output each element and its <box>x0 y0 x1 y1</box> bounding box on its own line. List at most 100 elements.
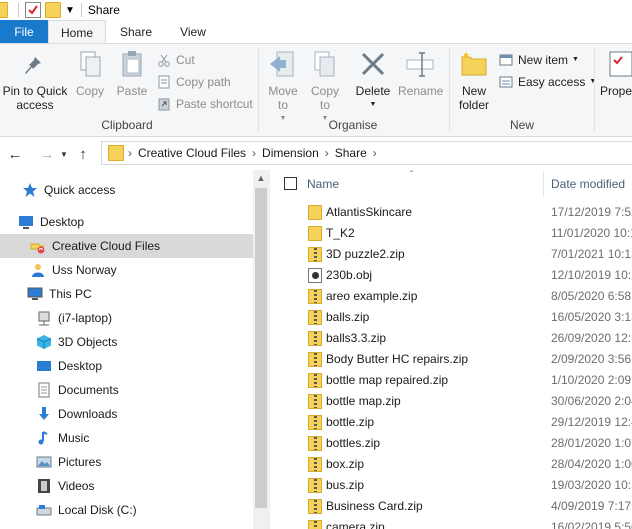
file-row[interactable]: bottles.zip 28/01/2020 1:07 <box>275 433 632 454</box>
nav-item-desktop-pc[interactable]: Desktop <box>36 354 252 378</box>
file-row[interactable]: bottle map.zip 30/06/2020 2:04 <box>275 391 632 412</box>
ribbon: Pin to Quick access Copy Paste Cut Copy … <box>0 43 632 137</box>
divider <box>594 48 595 132</box>
file-date-modified: 28/04/2020 1:00 <box>551 457 632 471</box>
copy-path-button[interactable]: Copy path <box>157 72 231 92</box>
folder-icon[interactable] <box>0 2 8 18</box>
column-separator[interactable] <box>543 172 544 196</box>
file-row[interactable]: bus.zip 19/03/2020 10:5 <box>275 475 632 496</box>
nav-item-pictures[interactable]: Pictures <box>36 450 252 474</box>
cut-button[interactable]: Cut <box>157 50 195 70</box>
rename-button[interactable]: Rename <box>398 48 443 98</box>
new-item-button[interactable]: New item ▼ <box>499 50 579 70</box>
nav-item-downloads[interactable]: Downloads <box>36 402 252 426</box>
nav-item-label: This PC <box>49 287 92 301</box>
nav-item-videos[interactable]: Videos <box>36 474 252 498</box>
tab-home[interactable]: Home <box>48 20 106 44</box>
paste-button[interactable]: Paste <box>112 48 152 98</box>
file-name: 230b.obj <box>326 268 373 282</box>
file-row[interactable]: Business Card.zip 4/09/2019 7:17 I <box>275 496 632 517</box>
nav-item-label: Desktop <box>40 215 85 229</box>
breadcrumb-separator[interactable]: › <box>325 146 329 160</box>
forward-arrow-icon[interactable]: → <box>36 143 58 165</box>
move-to-icon <box>267 48 299 80</box>
nav-item-desktop[interactable]: Desktop <box>18 210 252 234</box>
music-note-icon <box>36 430 52 446</box>
paste-shortcut-button[interactable]: Paste shortcut <box>157 94 253 114</box>
nav-item-quick-access[interactable]: Quick access <box>22 178 252 202</box>
properties-button[interactable]: Prope▼ <box>600 48 632 101</box>
copy-icon <box>74 48 106 80</box>
file-name: T_K2 <box>326 226 355 240</box>
tab-view[interactable]: View <box>166 20 220 44</box>
file-date-modified: 12/10/2019 10:2 <box>551 268 632 282</box>
file-row[interactable]: balls.zip 16/05/2020 3:13 <box>275 307 632 328</box>
window-title: Share <box>87 3 120 17</box>
scissors-icon <box>157 53 171 67</box>
nav-item-label: Quick access <box>44 183 116 197</box>
nav-item-this-pc[interactable]: This PC <box>27 282 252 306</box>
paste-shortcut-label: Paste shortcut <box>176 97 253 111</box>
scroll-up-arrow-icon[interactable]: ▲ <box>253 170 269 187</box>
delete-button[interactable]: Delete ▼ <box>354 48 392 112</box>
nav-item-local-disk[interactable]: Local Disk (C:) <box>36 498 252 522</box>
nav-item-uss-norway[interactable]: Uss Norway <box>30 258 252 282</box>
column-header-date[interactable]: Date modified <box>551 170 632 198</box>
file-row[interactable]: 230b.obj 12/10/2019 10:2 <box>275 265 632 286</box>
nav-item-creative-cloud-files[interactable]: Creative Cloud Files <box>0 234 253 258</box>
select-all-checkbox[interactable] <box>284 177 297 190</box>
file-row[interactable]: AtlantisSkincare 17/12/2019 7:52 <box>275 202 632 223</box>
copy-to-button[interactable]: Copy to ▼ <box>308 48 342 126</box>
file-date-modified: 17/12/2019 7:52 <box>551 205 632 219</box>
breadcrumb-separator[interactable]: › <box>252 146 256 160</box>
file-row[interactable]: T_K2 11/01/2020 10:1 <box>275 223 632 244</box>
up-arrow-icon[interactable]: ↑ <box>72 143 94 165</box>
file-name: bottle map repaired.zip <box>326 373 449 387</box>
file-row[interactable]: bottle map repaired.zip 1/10/2020 2:09 I <box>275 370 632 391</box>
tab-file[interactable]: File <box>0 20 48 44</box>
breadcrumb-creative-cloud-files[interactable]: Creative Cloud Files <box>138 146 246 160</box>
back-arrow-icon[interactable]: ← <box>4 143 26 165</box>
recent-chevron-icon[interactable]: ▼ <box>58 143 70 165</box>
nav-item-3d-objects[interactable]: 3D Objects <box>36 330 252 354</box>
properties-check-icon[interactable] <box>25 2 41 18</box>
new-folder-icon[interactable] <box>45 2 61 18</box>
easy-access-button[interactable]: Easy access ▼ <box>499 72 596 92</box>
move-to-button[interactable]: Move to ▼ <box>266 48 300 126</box>
customize-toolbar-icon[interactable]: ▼ <box>65 5 75 16</box>
scrollbar-thumb[interactable] <box>255 188 267 508</box>
file-row[interactable]: 3D puzzle2.zip 7/01/2021 10:13 <box>275 244 632 265</box>
copy-label: Copy <box>75 84 104 98</box>
file-row[interactable]: Body Butter HC repairs.zip 2/09/2020 3:56… <box>275 349 632 370</box>
breadcrumb-separator[interactable]: › <box>128 146 132 160</box>
file-date-modified: 16/02/2019 5:50 <box>551 520 632 529</box>
nav-item-i7-laptop[interactable]: (i7-laptop) <box>36 306 252 330</box>
move-to-label: Move to <box>268 84 298 112</box>
file-row[interactable]: camera.zip 16/02/2019 5:50 <box>275 517 632 529</box>
title-bar: ▼ Share <box>0 0 632 20</box>
breadcrumb-share[interactable]: Share <box>335 146 367 160</box>
copy-button[interactable]: Copy <box>72 48 108 98</box>
breadcrumb-dimension[interactable]: Dimension <box>262 146 319 160</box>
new-item-icon <box>499 53 513 67</box>
nav-item-music[interactable]: Music <box>36 426 252 450</box>
zip-file-icon <box>308 436 322 451</box>
nav-item-documents[interactable]: Documents <box>36 378 252 402</box>
file-row[interactable]: bottle.zip 29/12/2019 12:4 <box>275 412 632 433</box>
zip-file-icon <box>308 457 322 472</box>
file-date-modified: 7/01/2021 10:13 <box>551 247 632 261</box>
tab-share[interactable]: Share <box>106 20 166 44</box>
file-date-modified: 29/12/2019 12:4 <box>551 415 632 429</box>
file-row[interactable]: balls3.3.zip 26/09/2020 12:3 <box>275 328 632 349</box>
navpane-scrollbar[interactable]: ▲ <box>253 170 269 529</box>
file-row[interactable]: box.zip 28/04/2020 1:00 <box>275 454 632 475</box>
new-group: New folder New item ▼ Easy access ▼ New <box>451 44 596 136</box>
paste-shortcut-icon <box>157 97 171 111</box>
column-header-date-label: Date modified <box>551 177 626 191</box>
address-bar[interactable]: › Creative Cloud Files › Dimension › Sha… <box>101 141 632 165</box>
column-header-name[interactable]: Name ˆ <box>307 170 539 198</box>
file-row[interactable]: areo example.zip 8/05/2020 6:58 I <box>275 286 632 307</box>
breadcrumb-separator[interactable]: › <box>373 146 377 160</box>
pin-quick-access-button[interactable]: Pin to Quick access <box>2 48 68 112</box>
new-folder-button[interactable]: New folder <box>455 48 493 112</box>
